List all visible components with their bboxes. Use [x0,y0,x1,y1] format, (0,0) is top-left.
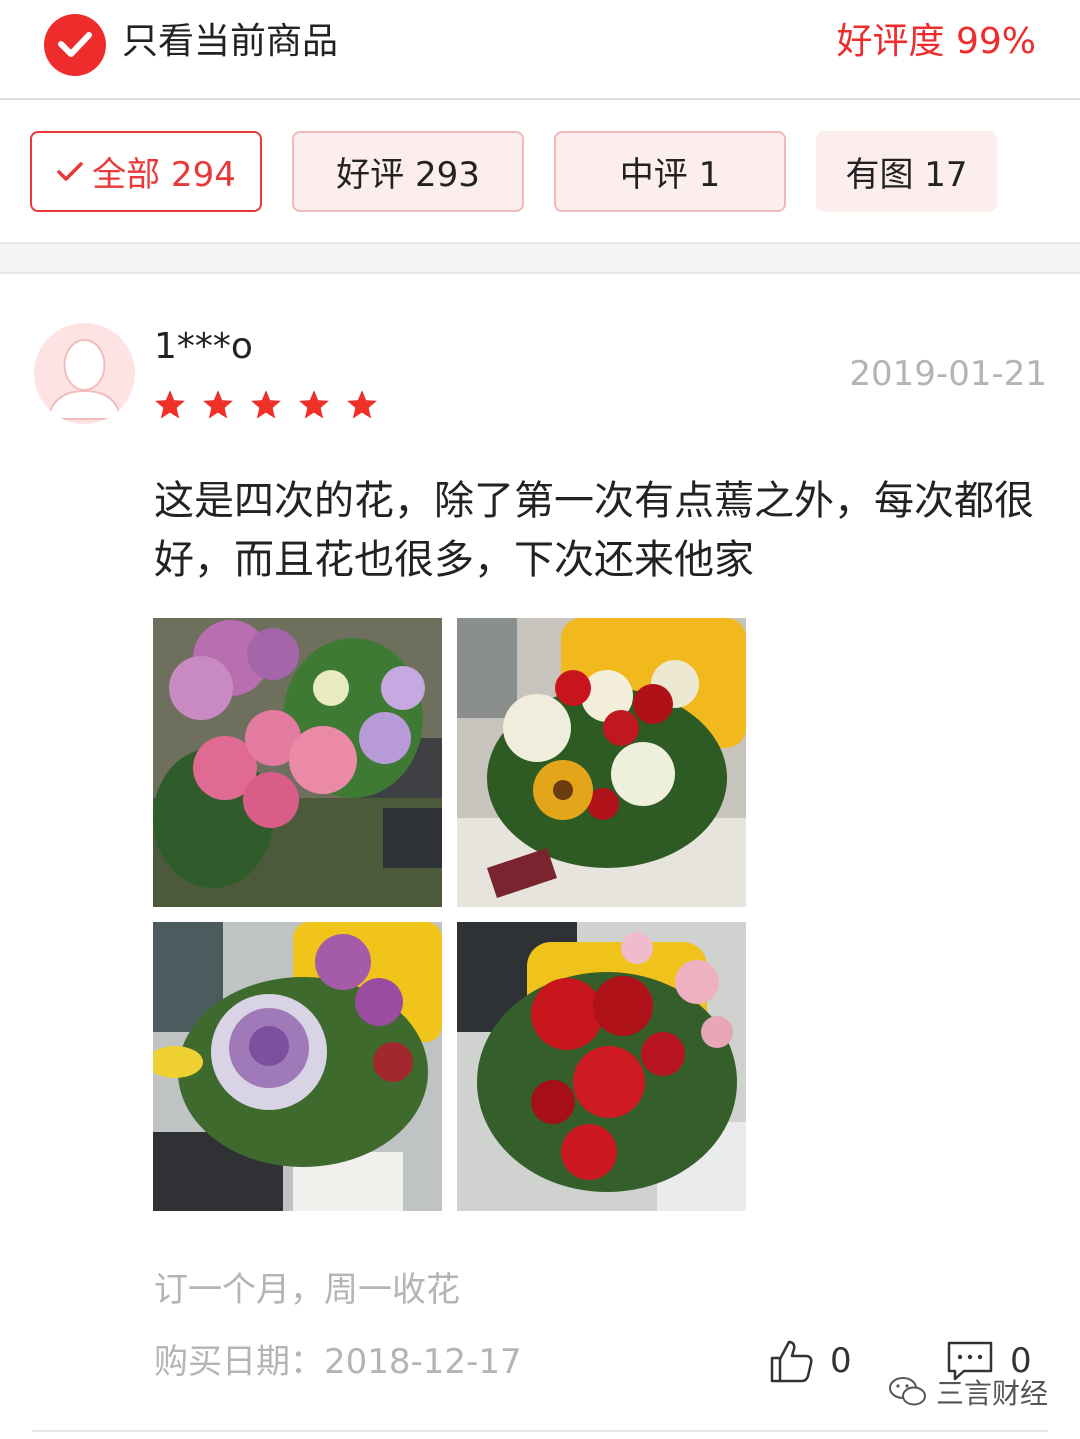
like-button[interactable]: 0 [768,1338,852,1384]
star-icon [299,390,329,419]
watermark-text: 三言财经 [936,1377,1049,1410]
star-rating [153,388,393,422]
review-photo-white-roses[interactable] [457,618,746,907]
tab-neutral-label: 中评 1 [619,155,721,195]
tab-with-photos[interactable]: 有图 17 [816,131,997,212]
section-divider [0,242,1080,274]
review-photo-pink-roses[interactable] [153,618,442,907]
review-photo-grid [153,618,746,1211]
purchase-note: 订一个月，周一收花 [154,1270,460,1310]
star-icon [203,390,233,419]
reviewer-name: 1***o [154,326,253,367]
current-product-checkbox[interactable] [44,14,106,76]
star-icon [251,390,281,419]
review-text: 这是四次的花，除了第一次有点蔫之外，每次都很好，而且花也很多，下次还来他家 [154,478,1034,583]
current-product-filter-label[interactable]: 只看当前商品 [122,20,338,64]
review-photo-purple-kale[interactable] [153,922,442,1211]
checkmark-icon [58,32,92,57]
wechat-icon [889,1377,926,1406]
top-bar: 只看当前商品 好评度 99% [0,0,1080,100]
like-count: 0 [830,1341,852,1381]
tab-positive[interactable]: 好评 293 [292,131,524,212]
review-photo-red-roses[interactable] [457,922,746,1211]
avatar[interactable] [34,323,135,424]
tab-all-label: 全部 294 [92,155,236,195]
star-icon [347,390,377,419]
thumbs-up-icon [770,1340,813,1383]
tab-neutral[interactable]: 中评 1 [554,131,786,212]
tab-all[interactable]: 全部 294 [30,131,262,212]
watermark: 三言财经 [888,1372,1048,1412]
purchase-date: 购买日期：2018-12-17 [154,1342,522,1382]
checkmark-icon [57,161,83,181]
divider [32,1430,1048,1432]
tab-positive-label: 好评 293 [336,155,480,195]
review-date: 2019-01-21 [849,354,1047,394]
user-icon [46,339,123,420]
tab-with-photos-label: 有图 17 [845,155,968,195]
positive-rating-summary: 好评度 99% [836,21,1036,62]
star-icon [155,390,185,419]
review-filter-tabs: 全部 294 好评 293 中评 1 有图 17 [0,100,1080,242]
